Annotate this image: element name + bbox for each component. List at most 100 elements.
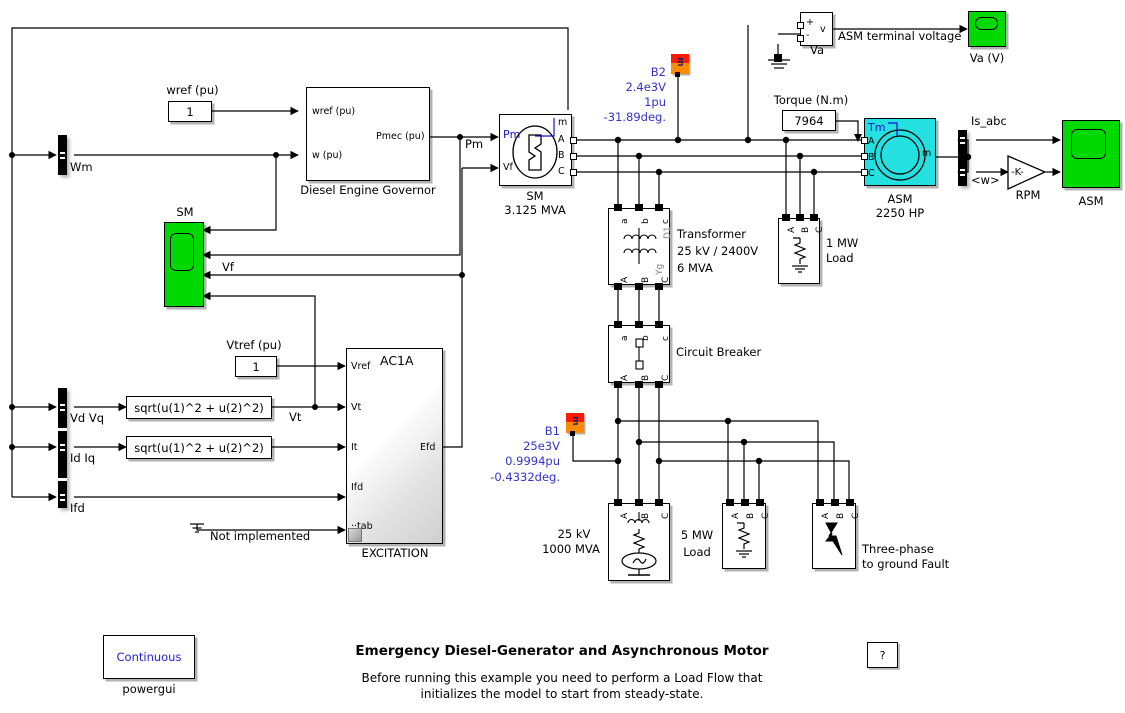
transformer-terminal-c-top	[655, 204, 663, 211]
selector-wm-label: Wm	[70, 160, 93, 174]
b1-voltage: 25e3V	[523, 439, 560, 453]
excitation-port-vt: Vt	[351, 402, 362, 413]
va-voltage-sensor-block[interactable]	[800, 12, 833, 46]
b2-id: B2	[650, 65, 666, 79]
governor-port-w: w (pu)	[312, 150, 343, 161]
load-1mw-icon	[792, 237, 808, 273]
transformer-label-line2: 25 kV / 2400V	[677, 244, 759, 258]
asm-name: ASM	[887, 192, 913, 206]
b2-terminal	[675, 72, 680, 77]
vt-signal-label: Vt	[289, 410, 302, 424]
measurement-b1-icon[interactable]: m	[566, 413, 584, 433]
breaker-terminal-a-bot	[614, 381, 622, 388]
load-5mw-icon	[736, 522, 752, 558]
load-1mw-terminal-a	[782, 214, 790, 221]
help-button[interactable]: ?	[867, 642, 898, 668]
selector-idiq-label: Id Iq	[70, 451, 96, 465]
transformer-label-line1: Transformer	[677, 227, 747, 241]
fcn-block-vt[interactable]: sqrt(u(1)^2 + u(2)^2)	[126, 396, 272, 419]
load-1mw-label-line2: Load	[826, 251, 854, 265]
powergui-block[interactable]: Continuous	[103, 635, 195, 679]
wref-constant-block[interactable]: 1	[168, 101, 212, 122]
b1-m-glyph: m	[570, 416, 580, 426]
transformer-icon	[623, 228, 657, 264]
asm-scope-caption: ASM	[1078, 194, 1104, 208]
load-1mw-label-line1: 1 MW	[826, 236, 859, 250]
selector-vdvq-label: Vd Vq	[70, 411, 104, 425]
sm-name: SM	[526, 189, 544, 203]
b2-voltage: 2.4e3V	[625, 80, 666, 94]
torque-caption: Torque (N.m)	[773, 93, 849, 107]
load-5mw-label-line1: 5 MW	[680, 528, 714, 542]
b1-terminal	[570, 431, 575, 436]
load-5mw-label-line2: Load	[683, 545, 711, 559]
fault-terminal-a	[816, 499, 824, 506]
fault-terminal-b	[831, 499, 839, 506]
excitation-type-label: AC1A	[380, 353, 414, 368]
transformer-terminal-a-bot	[614, 283, 622, 290]
w-signal-label: <w>	[971, 173, 1000, 187]
va-terminal-plus	[797, 22, 804, 29]
load-1mw-terminal-b	[796, 214, 804, 221]
excitation-subsystem-badge	[348, 528, 362, 542]
circuit-breaker-icon	[635, 338, 644, 370]
selector-gap-2	[58, 478, 67, 481]
transformer-terminal-a-top	[614, 204, 622, 211]
transformer-label-line3: 6 MVA	[677, 261, 713, 275]
selector-gap-1	[58, 428, 67, 431]
rpm-gain-value: -K-	[1011, 167, 1024, 178]
breaker-terminal-b-top	[635, 321, 643, 328]
selector-ifd-label: Ifd	[70, 501, 85, 515]
asm-terminal-voltage-signal-label: ASM terminal voltage	[838, 29, 962, 43]
page-title: Emergency Diesel-Generator and Asynchron…	[355, 643, 769, 659]
source-icon	[621, 512, 657, 576]
sm-scope-block[interactable]	[164, 222, 204, 307]
b2-m-glyph: m	[675, 57, 685, 67]
wref-caption: wref (pu)	[166, 83, 219, 97]
pm-signal-label: Pm	[465, 137, 484, 151]
excitation-port-vref: Vref	[351, 361, 371, 372]
source-label-line1: 25 kV	[557, 527, 591, 541]
transformer-terminal-b-top	[635, 204, 643, 211]
sm-terminal-a	[570, 137, 577, 144]
va-minus-label: -	[806, 30, 810, 41]
sm-machine-icon	[512, 118, 558, 179]
b2-pu: 1pu	[644, 95, 666, 109]
source-label-line2: 1000 MVA	[542, 542, 600, 556]
va-scope-block[interactable]	[968, 11, 1006, 47]
asm-rating: 2250 HP	[875, 206, 925, 220]
vtref-constant-block[interactable]: 1	[235, 356, 277, 377]
excitation-port-efd: Efd	[420, 442, 436, 453]
governor-port-wref: wref (pu)	[312, 106, 356, 117]
source-terminal-a	[614, 499, 622, 506]
not-implemented-label: Not implemented	[210, 529, 311, 543]
fault-label-line1: Three-phase	[862, 542, 934, 556]
selector-machine-measurements[interactable]	[58, 388, 67, 508]
breaker-terminal-b-bot	[635, 381, 643, 388]
va-plus-label: +	[806, 17, 814, 28]
load-5mw-terminal-c	[756, 499, 764, 506]
source-terminal-b	[635, 499, 643, 506]
rpm-gain-label: RPM	[1015, 188, 1041, 202]
transformer-terminal-c-bot	[655, 283, 663, 290]
asm-scope-block[interactable]	[1062, 120, 1120, 188]
fault-label-line2: to ground Fault	[862, 557, 950, 571]
selector-wm[interactable]	[58, 135, 67, 175]
va-terminal-minus	[797, 35, 804, 42]
excitation-port-it: It	[351, 442, 358, 453]
excitation-port-ifd: Ifd	[351, 482, 364, 493]
governor-name: Diesel Engine Governor	[300, 183, 436, 197]
torque-constant-block[interactable]: 7964	[782, 110, 836, 131]
excitation-name: EXCITATION	[361, 546, 429, 560]
measurement-b2-icon[interactable]: m	[671, 54, 689, 74]
vtref-caption: Vtref (pu)	[226, 338, 282, 352]
asm-machine-icon	[874, 122, 926, 181]
sm-scope-caption: SM	[176, 205, 194, 219]
va-scope-caption: Va (V)	[969, 51, 1005, 65]
powergui-label: powergui	[122, 682, 176, 696]
b2-angle: -31.89deg.	[603, 110, 666, 124]
b1-angle: -0.4332deg.	[490, 470, 560, 484]
transformer-terminal-b-bot	[635, 283, 643, 290]
breaker-terminal-c-top	[655, 321, 663, 328]
fcn-block-it[interactable]: sqrt(u(1)^2 + u(2)^2)	[126, 436, 272, 459]
